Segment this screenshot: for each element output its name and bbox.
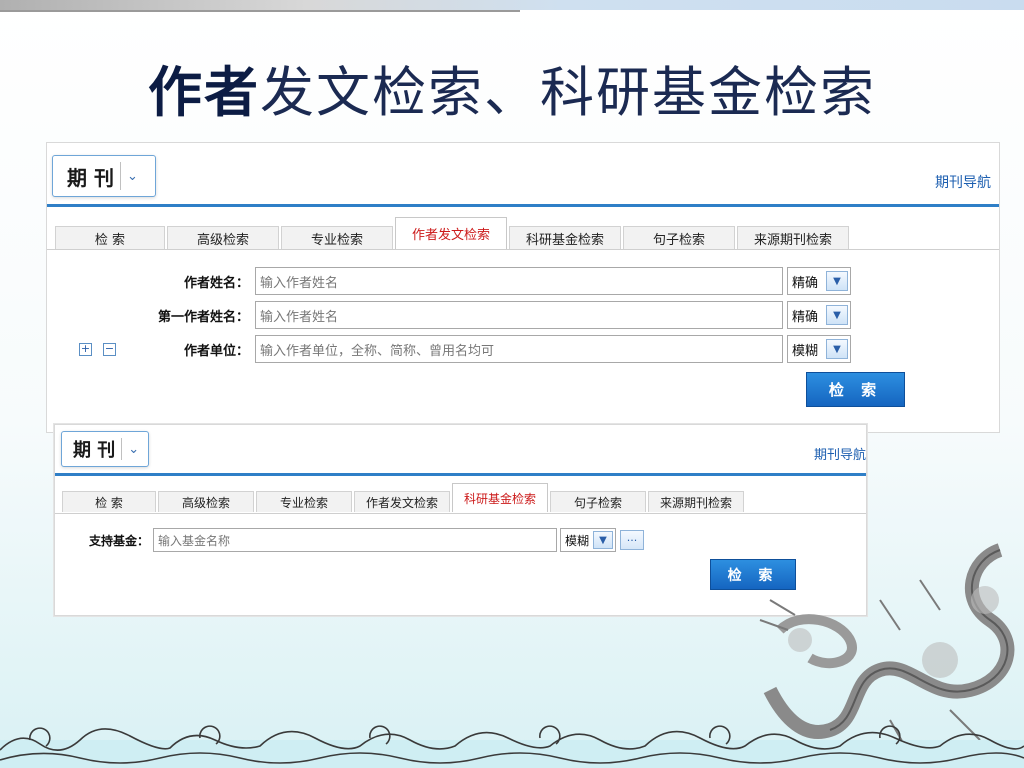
author-name-row: 作者姓名： 输入作者姓名 精确 ▼ (107, 267, 851, 295)
chevron-down-icon: ⌄ (128, 441, 140, 457)
tab-bar: 检 索 高级检索 专业检索 作者发文检索 科研基金检索 句子检索 来源期刊检索 (55, 217, 851, 249)
database-selector-label: 期 刊 (67, 165, 114, 190)
tab-professional-search[interactable]: 专业检索 (256, 491, 352, 512)
tab-advanced-search[interactable]: 高级检索 (158, 491, 254, 512)
selector-separator (119, 162, 121, 190)
mode-value: 精确 (792, 309, 819, 325)
tab-sentence-search[interactable]: 句子检索 (550, 491, 646, 512)
first-author-mode-select[interactable]: 精确 ▼ (787, 301, 851, 329)
tab-professional-search[interactable]: 专业检索 (281, 226, 393, 249)
slide-title-rest: 发文检索、科研基金检索 (260, 61, 876, 124)
author-affiliation-mode-select[interactable]: 模糊 ▼ (787, 335, 851, 363)
tab-author-search[interactable]: 作者发文检索 (395, 217, 507, 249)
slide-title-strong: 作者 (148, 61, 260, 124)
author-name-input[interactable]: 输入作者姓名 (255, 267, 783, 295)
database-selector[interactable]: 期 刊 ⌄ (61, 431, 149, 467)
tab-baseline (47, 249, 999, 250)
chevron-down-icon: ▼ (826, 339, 848, 359)
selector-separator (121, 438, 123, 460)
chevron-down-icon: ▼ (826, 305, 848, 325)
mode-value: 模糊 (565, 533, 590, 548)
first-author-input[interactable]: 输入作者姓名 (255, 301, 783, 329)
more-options-button[interactable]: ··· (620, 530, 644, 550)
chevron-down-icon: ▼ (826, 271, 848, 291)
tab-source-journal-search[interactable]: 来源期刊检索 (648, 491, 744, 512)
top-decor-bar (0, 0, 1024, 10)
tab-advanced-search[interactable]: 高级检索 (167, 226, 279, 249)
top-decor-line (0, 10, 520, 12)
tab-search[interactable]: 检 索 (55, 226, 165, 249)
database-selector[interactable]: 期 刊 ⌄ (52, 155, 156, 197)
fund-input[interactable]: 输入基金名称 (153, 528, 557, 552)
tab-search[interactable]: 检 索 (62, 491, 156, 512)
accent-bar (47, 204, 999, 207)
mode-value: 模糊 (792, 343, 819, 359)
add-row-icon[interactable]: + (79, 343, 92, 356)
author-affiliation-input[interactable]: 输入作者单位，全称、简称、曾用名均可 (255, 335, 783, 363)
chevron-down-icon: ⌄ (126, 168, 138, 184)
author-affiliation-label: 作者单位： (183, 343, 249, 359)
tab-sentence-search[interactable]: 句子检索 (623, 226, 735, 249)
journal-nav-link[interactable]: 期刊导航 (935, 172, 991, 192)
accent-bar (55, 473, 866, 476)
mode-value: 精确 (792, 275, 819, 291)
tab-bar: 检 索 高级检索 专业检索 作者发文检索 科研基金检索 句子检索 来源期刊检索 (62, 483, 746, 512)
author-name-label: 作者姓名： (183, 275, 249, 291)
fund-label: 支持基金： (88, 533, 149, 548)
first-author-row: 第一作者姓名： 输入作者姓名 精确 ▼ (107, 301, 851, 329)
author-search-panel: 期 刊 ⌄ 期刊导航 检 索 高级检索 专业检索 作者发文检索 科研基金检索 句… (46, 142, 1000, 433)
fund-row: 支持基金： 输入基金名称 模糊 ▼ (77, 528, 616, 552)
author-name-mode-select[interactable]: 精确 ▼ (787, 267, 851, 295)
slide-title: 作者发文检索、科研基金检索 (0, 58, 1024, 128)
tab-fund-search[interactable]: 科研基金检索 (452, 483, 548, 512)
first-author-label: 第一作者姓名： (157, 309, 249, 325)
tab-baseline (55, 513, 866, 514)
chevron-down-icon: ▼ (593, 531, 613, 549)
search-button[interactable]: 检 索 (806, 372, 905, 407)
database-selector-label: 期 刊 (73, 440, 116, 461)
tab-source-journal-search[interactable]: 来源期刊检索 (737, 226, 849, 249)
wave-pattern (0, 725, 1024, 768)
tab-fund-search[interactable]: 科研基金检索 (509, 226, 621, 249)
journal-nav-link[interactable]: 期刊导航 (814, 444, 866, 463)
tab-author-search[interactable]: 作者发文检索 (354, 491, 450, 512)
fund-mode-select[interactable]: 模糊 ▼ (560, 528, 616, 552)
author-affiliation-row: 作者单位： 输入作者单位，全称、简称、曾用名均可 模糊 ▼ (107, 335, 851, 363)
